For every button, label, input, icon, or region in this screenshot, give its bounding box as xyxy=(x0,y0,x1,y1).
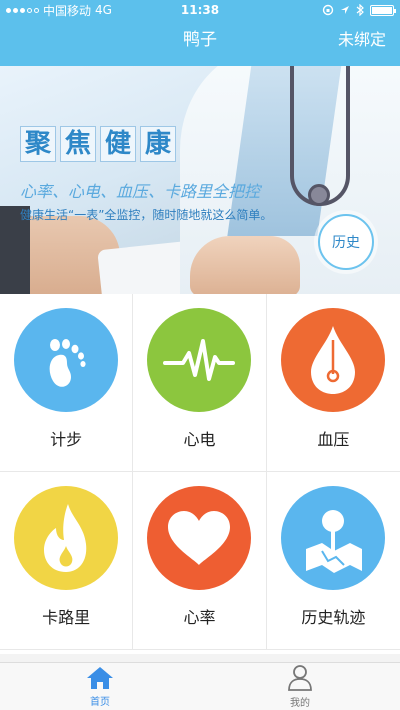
feature-label: 计步 xyxy=(50,430,83,449)
feature-grid: 计步 心电 血压 卡路里 心率 历史轨迹 xyxy=(0,294,400,654)
heart-icon xyxy=(147,486,252,590)
flame-icon xyxy=(14,486,119,590)
tab-mine[interactable]: 我的 xyxy=(200,663,400,710)
banner-heading-char: 焦 xyxy=(60,126,96,162)
tab-label: 我的 xyxy=(290,698,310,709)
navigation-bar: 鸭子 未绑定 xyxy=(0,20,400,66)
feature-steps[interactable]: 计步 xyxy=(0,294,134,472)
person-icon xyxy=(288,665,312,691)
network-type: 4G xyxy=(95,3,112,17)
carrier-name: 中国移动 xyxy=(43,3,92,18)
pressure-drop-icon xyxy=(281,308,386,412)
feature-label: 血压 xyxy=(317,430,350,449)
stethoscope-head xyxy=(308,184,330,206)
home-icon xyxy=(87,667,113,689)
banner-heading: 聚 焦 健 康 xyxy=(20,126,176,162)
banner-heading-char: 康 xyxy=(140,126,176,162)
bottom-tab-bar: 首页 我的 xyxy=(0,662,400,710)
feature-calories[interactable]: 卡路里 xyxy=(0,472,134,650)
tab-label: 首页 xyxy=(90,697,110,708)
footprint-icon xyxy=(14,308,119,412)
status-bar: 中国移动 4G 11:38 xyxy=(0,0,400,20)
feature-ecg[interactable]: 心电 xyxy=(133,294,267,472)
location-icon xyxy=(341,6,349,14)
tab-home[interactable]: 首页 xyxy=(0,663,200,710)
banner-photo-hand xyxy=(190,236,300,294)
banner-heading-char: 聚 xyxy=(20,126,56,162)
battery-icon xyxy=(370,4,396,16)
feature-label: 历史轨迹 xyxy=(301,608,366,627)
feature-label: 心电 xyxy=(183,430,216,449)
signal-strength-icon xyxy=(6,7,39,13)
bluetooth-icon xyxy=(356,4,364,16)
unbound-device-button[interactable]: 未绑定 xyxy=(338,20,386,66)
banner-subtitle: 心率、心电、血压、卡路里全把控 xyxy=(20,182,261,201)
banner-heading-char: 健 xyxy=(100,126,136,162)
map-pin-icon xyxy=(281,486,386,590)
feature-blood-pressure[interactable]: 血压 xyxy=(266,294,400,472)
history-button[interactable]: 历史 xyxy=(318,214,374,270)
rotation-lock-icon xyxy=(322,4,334,16)
feature-label: 心率 xyxy=(183,608,216,627)
clock: 11:38 xyxy=(180,3,220,17)
feature-label: 卡路里 xyxy=(42,608,91,627)
ecg-wave-icon xyxy=(147,308,252,412)
banner-description: 健康生活“一表”全监控，随时随地就这么简单。 xyxy=(20,208,273,222)
feature-history-track[interactable]: 历史轨迹 xyxy=(266,472,400,650)
feature-heart-rate[interactable]: 心率 xyxy=(133,472,267,650)
